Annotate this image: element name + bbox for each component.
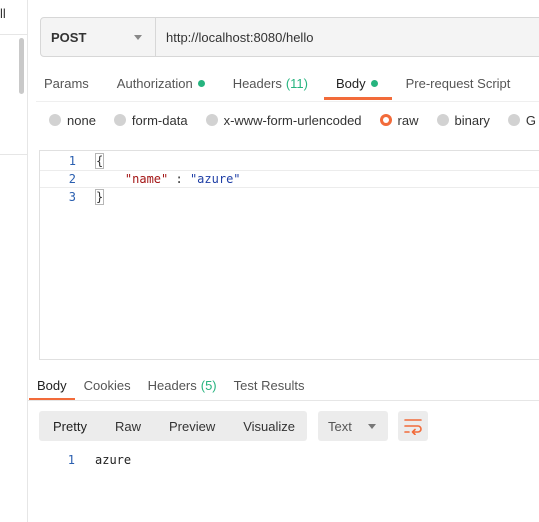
tabs-divider bbox=[36, 101, 539, 102]
tab-params[interactable]: Params bbox=[44, 68, 89, 98]
request-url-bar: POST http://localhost:8080/hello bbox=[40, 17, 539, 57]
request-tabs: Params Authorization Headers (11) Body P… bbox=[44, 68, 538, 100]
method-label: POST bbox=[51, 29, 87, 45]
url-input[interactable]: http://localhost:8080/hello bbox=[156, 18, 539, 56]
editor-line: 1 { bbox=[40, 152, 539, 170]
radio-label: form-data bbox=[131, 112, 188, 128]
radio-form-data[interactable]: form-data bbox=[113, 112, 188, 128]
method-select[interactable]: POST bbox=[41, 18, 156, 56]
line-number: 2 bbox=[68, 172, 76, 186]
active-tab-indicator bbox=[323, 97, 392, 100]
chevron-down-icon bbox=[368, 423, 376, 429]
tab-response-headers[interactable]: Headers (5) bbox=[148, 372, 217, 398]
radio-selected-icon bbox=[379, 114, 392, 126]
radio-raw[interactable]: raw bbox=[379, 112, 419, 128]
sidebar-divider bbox=[0, 154, 28, 155]
radio-icon bbox=[113, 114, 126, 126]
response-tabs: Body Cookies Headers (5) Test Results bbox=[29, 372, 321, 401]
line-number: 3 bbox=[68, 190, 76, 204]
editor-line-current: 2 "name" : "azure" bbox=[40, 170, 539, 188]
status-dot-icon bbox=[197, 79, 205, 87]
sidebar-divider bbox=[0, 34, 28, 35]
response-tabs-divider bbox=[28, 400, 539, 401]
json-key: "name" bbox=[124, 172, 169, 186]
radio-graphql[interactable]: G bbox=[507, 112, 537, 128]
sidebar-strip: ll bbox=[0, 0, 28, 522]
tab-label: Headers bbox=[147, 377, 197, 393]
line-number: 1 bbox=[67, 453, 75, 467]
raw-button[interactable]: Raw bbox=[101, 411, 155, 441]
radio-label: raw bbox=[397, 112, 419, 128]
response-text: azure bbox=[95, 453, 132, 467]
chevron-down-icon bbox=[134, 34, 142, 40]
tab-label: Cookies bbox=[83, 377, 131, 393]
preview-button[interactable]: Preview bbox=[155, 411, 229, 441]
tab-label: Test Results bbox=[233, 377, 305, 393]
tab-label: Authorization bbox=[116, 75, 193, 91]
json-separator: : bbox=[168, 172, 190, 186]
tab-test-results[interactable]: Test Results bbox=[234, 372, 305, 398]
tab-pre-request-script[interactable]: Pre-request Script bbox=[406, 68, 511, 98]
language-label: Text bbox=[328, 418, 352, 434]
json-value: "azure" bbox=[189, 172, 241, 186]
tab-label: Headers bbox=[232, 75, 282, 91]
format-button-group: Pretty Raw Preview Visualize bbox=[39, 411, 307, 441]
radio-icon bbox=[507, 114, 520, 126]
radio-binary[interactable]: binary bbox=[436, 112, 490, 128]
tab-response-body[interactable]: Body bbox=[29, 372, 75, 401]
tab-count: (11) bbox=[285, 75, 308, 91]
radio-none[interactable]: none bbox=[49, 113, 96, 128]
radio-label: G bbox=[525, 112, 537, 128]
radio-icon bbox=[205, 114, 218, 126]
tab-body[interactable]: Body bbox=[323, 68, 392, 100]
url-text: http://localhost:8080/hello bbox=[166, 29, 314, 45]
radio-label: none bbox=[67, 112, 96, 128]
status-dot-icon bbox=[370, 79, 378, 87]
line-code: } bbox=[94, 189, 105, 205]
sidebar-cut-label: ll bbox=[0, 6, 6, 21]
radio-x-www-form-urlencoded[interactable]: x-www-form-urlencoded bbox=[205, 112, 362, 128]
tab-cookies[interactable]: Cookies bbox=[84, 372, 131, 398]
tab-label: Pre-request Script bbox=[405, 75, 511, 91]
wrap-lines-button[interactable] bbox=[398, 411, 428, 441]
response-body-viewer[interactable]: 1 azure bbox=[39, 450, 519, 470]
radio-label: x-www-form-urlencoded bbox=[223, 112, 362, 128]
sidebar-scrollbar[interactable] bbox=[19, 38, 24, 94]
tab-authorization[interactable]: Authorization bbox=[117, 68, 205, 98]
line-number: 1 bbox=[68, 154, 76, 168]
request-body-editor[interactable]: 1 { 2 "name" : "azure" 3 } bbox=[39, 150, 539, 360]
radio-icon bbox=[49, 114, 61, 126]
radio-label: binary bbox=[454, 112, 490, 128]
brace: } bbox=[94, 189, 105, 205]
body-type-radios: none form-data x-www-form-urlencoded raw… bbox=[49, 111, 539, 129]
editor-line: 3 } bbox=[40, 188, 539, 206]
tab-headers[interactable]: Headers (11) bbox=[233, 68, 308, 98]
radio-icon bbox=[436, 114, 449, 126]
line-code: { bbox=[94, 153, 105, 169]
tab-count: (5) bbox=[200, 377, 217, 393]
wrap-lines-icon bbox=[404, 419, 422, 435]
pretty-button[interactable]: Pretty bbox=[39, 411, 101, 441]
brace: { bbox=[94, 153, 105, 169]
tab-label: Body bbox=[37, 377, 67, 393]
visualize-button[interactable]: Visualize bbox=[229, 411, 309, 441]
line-code: "name" : "azure" bbox=[96, 172, 241, 186]
tab-label: Body bbox=[335, 75, 366, 91]
tab-label: Params bbox=[44, 75, 89, 91]
language-select[interactable]: Text bbox=[318, 411, 388, 441]
